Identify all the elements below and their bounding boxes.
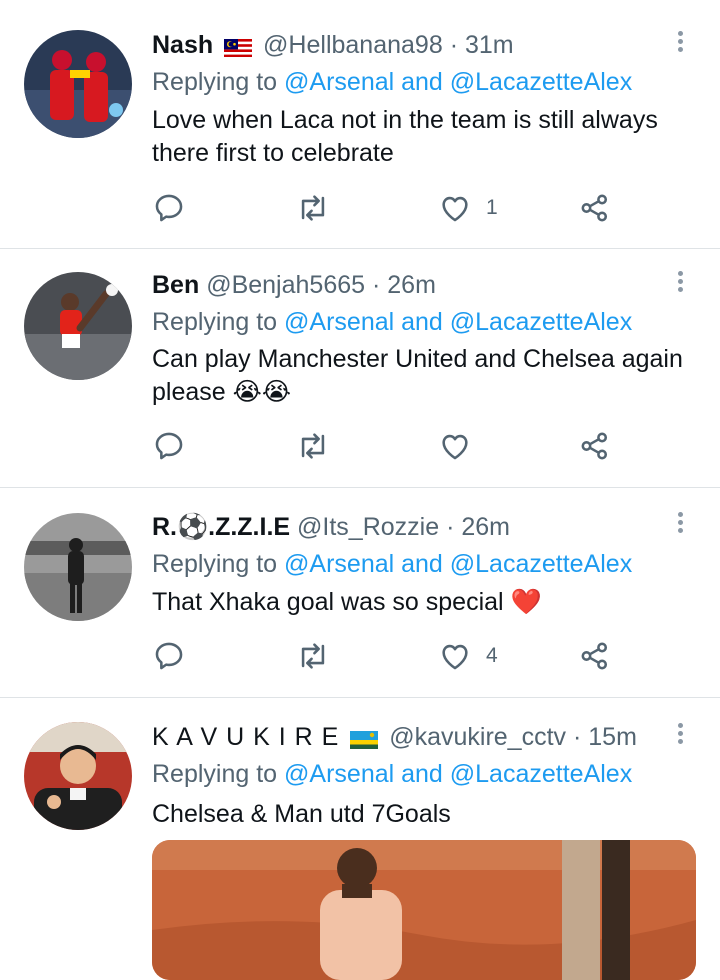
display-name[interactable]: Nash [152, 31, 213, 59]
divider [0, 697, 720, 698]
user-handle[interactable]: @Its_Rozzie [297, 513, 439, 541]
tweet-text: Can play Manchester United and Chelsea a… [152, 345, 683, 406]
more-options-icon[interactable] [668, 720, 692, 750]
more-options-icon[interactable] [668, 28, 692, 58]
timestamp: · 26m [446, 513, 510, 541]
reply-icon [155, 642, 183, 670]
like-button[interactable] [438, 428, 472, 464]
display-name[interactable]: K A V U K I R E [152, 723, 339, 751]
malaysia-flag-icon [224, 35, 253, 58]
tweet-header: K A V U K I R E @kavukire_cctv · 15m [152, 723, 637, 752]
tweet-text: Chelsea & Man utd 7Goals [152, 800, 451, 828]
reply-mentions-link[interactable]: @Arsenal and @LacazetteAlex [284, 308, 632, 336]
retweet-button[interactable] [296, 428, 330, 464]
action-bar [152, 428, 622, 464]
retweet-icon [301, 643, 325, 669]
retweet-button[interactable] [296, 190, 330, 226]
like-icon [442, 644, 468, 670]
timestamp: · 31m [449, 31, 514, 59]
reply-mentions-link[interactable]: @Arsenal and @LacazetteAlex [284, 550, 632, 578]
replying-to: Replying to @Arsenal and @LacazetteAlex [152, 308, 632, 337]
retweet-icon [301, 433, 325, 459]
divider [0, 487, 720, 488]
tweet-text: Love when Laca not in the team is still … [152, 106, 658, 167]
rwanda-flag-icon [350, 727, 379, 750]
action-bar: 4 [152, 638, 622, 674]
replying-label: Replying to [152, 68, 278, 96]
replying-to: Replying to @Arsenal and @LacazetteAlex [152, 760, 632, 789]
share-icon [581, 432, 608, 460]
tweet-header: R.⚽.Z.Z.I.E @Its_Rozzie · 26m [152, 513, 510, 542]
share-button[interactable] [578, 638, 612, 674]
like-icon [442, 434, 468, 460]
avatar[interactable] [24, 513, 132, 621]
replying-label: Replying to [152, 550, 278, 578]
replying-to: Replying to @Arsenal and @LacazetteAlex [152, 68, 632, 97]
timestamp: · 26m [371, 271, 436, 299]
like-count: 1 [486, 196, 498, 219]
reply-mentions-link[interactable]: @Arsenal and @LacazetteAlex [284, 68, 632, 96]
reply-mentions-link[interactable]: @Arsenal and @LacazetteAlex [284, 760, 632, 788]
replying-to: Replying to @Arsenal and @LacazetteAlex [152, 550, 632, 579]
divider [0, 248, 720, 249]
reply-icon [155, 194, 183, 222]
reply-button[interactable] [152, 190, 186, 226]
tweet-media-image[interactable] [152, 840, 696, 980]
replying-label: Replying to [152, 308, 278, 336]
tweet-header: Ben @Benjah5665 · 26m [152, 271, 436, 300]
user-handle[interactable]: @Benjah5665 [206, 271, 365, 299]
display-name[interactable]: Ben [152, 271, 199, 299]
display-name[interactable]: R.⚽.Z.Z.I.E [152, 513, 290, 541]
reply-button[interactable] [152, 638, 186, 674]
share-icon [581, 642, 608, 670]
like-button[interactable]: 4 [438, 638, 498, 674]
user-handle[interactable]: @kavukire_cctv [389, 723, 566, 751]
like-button[interactable]: 1 [438, 190, 498, 226]
tweet-header: Nash @Hellbanana98 · 31m [152, 31, 514, 60]
more-options-icon[interactable] [668, 509, 692, 539]
reply-button[interactable] [152, 428, 186, 464]
avatar[interactable] [24, 722, 132, 830]
user-handle[interactable]: @Hellbanana98 [263, 31, 443, 59]
reply-icon [155, 432, 183, 460]
like-icon [442, 196, 468, 222]
share-icon [581, 194, 608, 222]
timestamp: · 15m [572, 723, 637, 751]
avatar[interactable] [24, 30, 132, 138]
more-options-icon[interactable] [668, 268, 692, 298]
replying-label: Replying to [152, 760, 278, 788]
avatar[interactable] [24, 272, 132, 380]
like-count: 4 [486, 644, 498, 667]
share-button[interactable] [578, 428, 612, 464]
share-button[interactable] [578, 190, 612, 226]
retweet-button[interactable] [296, 638, 330, 674]
retweet-icon [301, 195, 325, 221]
tweet-text: That Xhaka goal was so special ❤️ [152, 588, 542, 616]
action-bar: 1 [152, 190, 622, 226]
